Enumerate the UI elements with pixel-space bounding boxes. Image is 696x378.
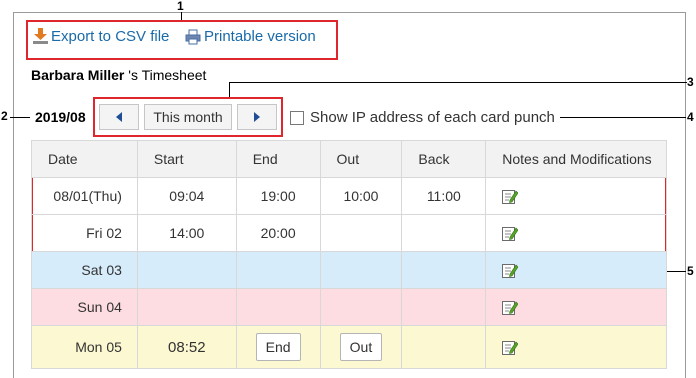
column-header-out: Out (319, 140, 403, 178)
chevron-right-icon (254, 112, 260, 122)
column-header-date: Date (31, 140, 138, 178)
show-ip-toggle[interactable]: Show IP address of each card punch (290, 109, 555, 126)
show-ip-label: Show IP address of each card punch (310, 109, 555, 126)
printable-version-label: Printable version (204, 28, 316, 45)
start-cell (136, 288, 237, 326)
chevron-left-icon (116, 112, 122, 122)
notes-cell (485, 325, 667, 369)
date-cell: Mon 05 (31, 325, 138, 369)
notes-cell (485, 177, 667, 215)
notes-cell (485, 214, 667, 252)
table-header-row: Date Start End Out Back Notes and Modifi… (31, 140, 667, 178)
date-cell: 08/01(Thu) (31, 177, 138, 215)
next-month-button[interactable] (237, 104, 277, 130)
date-cell: Sun 04 (31, 288, 138, 326)
table-row-saturday: Sat 03 (31, 251, 667, 289)
end-cell: End (235, 325, 321, 369)
table-row-today: Mon 05 08:52 End Out (31, 325, 667, 369)
out-cell (319, 214, 403, 252)
back-cell: 11:00 (401, 177, 487, 215)
show-ip-checkbox[interactable] (290, 110, 304, 125)
user-name: Barbara Miller (31, 67, 125, 83)
date-cell: Fri 02 (31, 214, 138, 252)
back-cell (401, 251, 487, 289)
out-cell: Out (319, 325, 403, 369)
date-cell: Sat 03 (31, 251, 138, 289)
notes-cell (485, 288, 667, 326)
out-cell (319, 288, 403, 326)
callout-line-4 (560, 117, 686, 118)
out-cell: 10:00 (319, 177, 403, 215)
edit-note-icon[interactable] (502, 300, 519, 316)
table-row-sunday: Sun 04 (31, 288, 667, 326)
column-header-back: Back (401, 140, 487, 178)
start-cell: 14:00 (136, 214, 237, 252)
callout-line-1 (181, 12, 182, 20)
table-row: Fri 02 14:00 20:00 (31, 214, 667, 252)
back-cell (401, 288, 487, 326)
printer-icon (185, 29, 201, 44)
callout-line-3-h (229, 82, 687, 83)
out-cell (319, 251, 403, 289)
edit-note-icon[interactable] (502, 226, 519, 242)
previous-month-button[interactable] (99, 104, 139, 130)
this-month-button[interactable]: This month (144, 104, 232, 130)
start-cell (136, 251, 237, 289)
callout-number-4: 4 (687, 110, 694, 124)
callout-line-3-v (229, 82, 230, 97)
column-header-start: Start (136, 140, 237, 178)
edit-note-icon[interactable] (502, 189, 519, 205)
punch-end-button[interactable]: End (255, 333, 301, 361)
callout-line-5 (667, 271, 686, 272)
printable-version-link[interactable]: Printable version (185, 28, 316, 45)
callout-number-5: 5 (687, 264, 694, 278)
download-icon (33, 28, 48, 44)
callout-number-2: 2 (1, 109, 8, 123)
back-cell (401, 325, 487, 369)
callout-line-2 (10, 117, 30, 118)
edit-note-icon[interactable] (502, 340, 519, 356)
column-header-end: End (235, 140, 321, 178)
column-header-notes: Notes and Modifications (485, 140, 667, 178)
table-row: 08/01(Thu) 09:04 19:00 10:00 11:00 (31, 177, 667, 215)
notes-cell (485, 251, 667, 289)
timesheet-table: Date Start End Out Back Notes and Modifi… (31, 140, 667, 369)
end-cell (235, 288, 321, 326)
start-cell: 08:52 (136, 325, 237, 369)
export-csv-link[interactable]: Export to CSV file (33, 28, 169, 45)
export-csv-label: Export to CSV file (51, 28, 170, 45)
year-month-label: 2019/08 (35, 109, 86, 125)
punch-out-button[interactable]: Out (339, 333, 383, 361)
title-suffix: 's Timesheet (124, 67, 207, 83)
edit-note-icon[interactable] (502, 263, 519, 279)
page-title: Barbara Miller 's Timesheet (31, 67, 206, 83)
back-cell (401, 214, 487, 252)
end-cell (235, 251, 321, 289)
start-cell: 09:04 (136, 177, 237, 215)
callout-number-3: 3 (687, 75, 694, 89)
end-cell: 20:00 (235, 214, 321, 252)
end-cell: 19:00 (235, 177, 321, 215)
